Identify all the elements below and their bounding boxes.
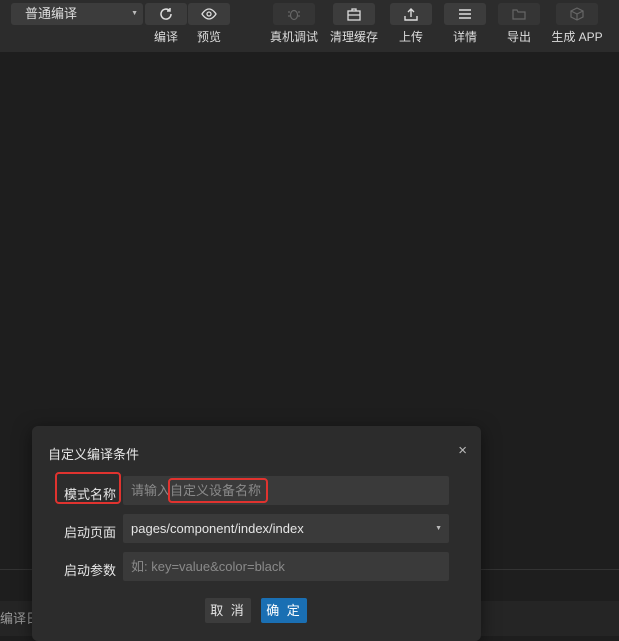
folder-icon <box>512 9 526 20</box>
real-debug-label: 真机调试 <box>269 30 318 44</box>
refresh-icon <box>160 8 172 20</box>
mode-name-placeholder-prefix: 请输入 <box>131 483 171 498</box>
export-button[interactable] <box>498 3 540 25</box>
compile-mode-select[interactable]: 普通编译 ▼ <box>11 3 143 25</box>
toolbox-icon <box>347 8 361 21</box>
start-page-label: 启动页面 <box>63 525 116 540</box>
menu-icon <box>459 9 471 19</box>
dialog-title: 自定义编译条件 <box>48 447 140 462</box>
start-params-placeholder: 如: key=value&color=black <box>131 559 285 574</box>
start-page-value: pages/component/index/index <box>131 521 304 536</box>
compile-mode-value: 普通编译 <box>25 6 78 21</box>
upload-label: 上传 <box>398 30 423 44</box>
eye-icon <box>201 8 217 20</box>
compile-label: 编译 <box>153 30 178 44</box>
chevron-down-icon: ▼ <box>435 525 442 532</box>
cube-icon <box>570 7 584 21</box>
confirm-button[interactable]: 确 定 <box>261 598 307 623</box>
upload-button[interactable] <box>390 3 432 25</box>
generate-app-button[interactable] <box>556 3 598 25</box>
toolbar: 普通编译 ▼ 编译 预览 真机调试 清理缓存 上传 详情 导出 生成 APP <box>0 0 619 52</box>
preview-button[interactable] <box>188 3 230 25</box>
real-debug-button[interactable] <box>273 3 315 25</box>
details-label: 详情 <box>452 30 477 44</box>
upload-icon <box>404 8 418 21</box>
start-params-input[interactable]: 如: key=value&color=black <box>123 552 449 581</box>
close-icon[interactable]: × <box>458 442 467 459</box>
chevron-down-icon: ▼ <box>131 10 138 17</box>
generate-app-label: 生成 APP <box>551 30 603 44</box>
preview-label: 预览 <box>196 30 221 44</box>
details-button[interactable] <box>444 3 486 25</box>
custom-compile-dialog: 自定义编译条件 × 模式名称 请输入自定义设备名称 启动页面 pages/com… <box>32 426 481 641</box>
compile-button[interactable] <box>145 3 187 25</box>
cancel-button[interactable]: 取 消 <box>205 598 251 623</box>
clear-cache-label: 清理缓存 <box>329 30 378 44</box>
mode-name-label: 模式名称 <box>63 487 116 502</box>
bug-icon <box>288 9 300 21</box>
export-label: 导出 <box>506 30 531 44</box>
start-page-select[interactable]: pages/component/index/index ▼ <box>123 514 449 543</box>
highlight-box <box>168 478 268 503</box>
start-params-label: 启动参数 <box>63 563 116 578</box>
clear-cache-button[interactable] <box>333 3 375 25</box>
